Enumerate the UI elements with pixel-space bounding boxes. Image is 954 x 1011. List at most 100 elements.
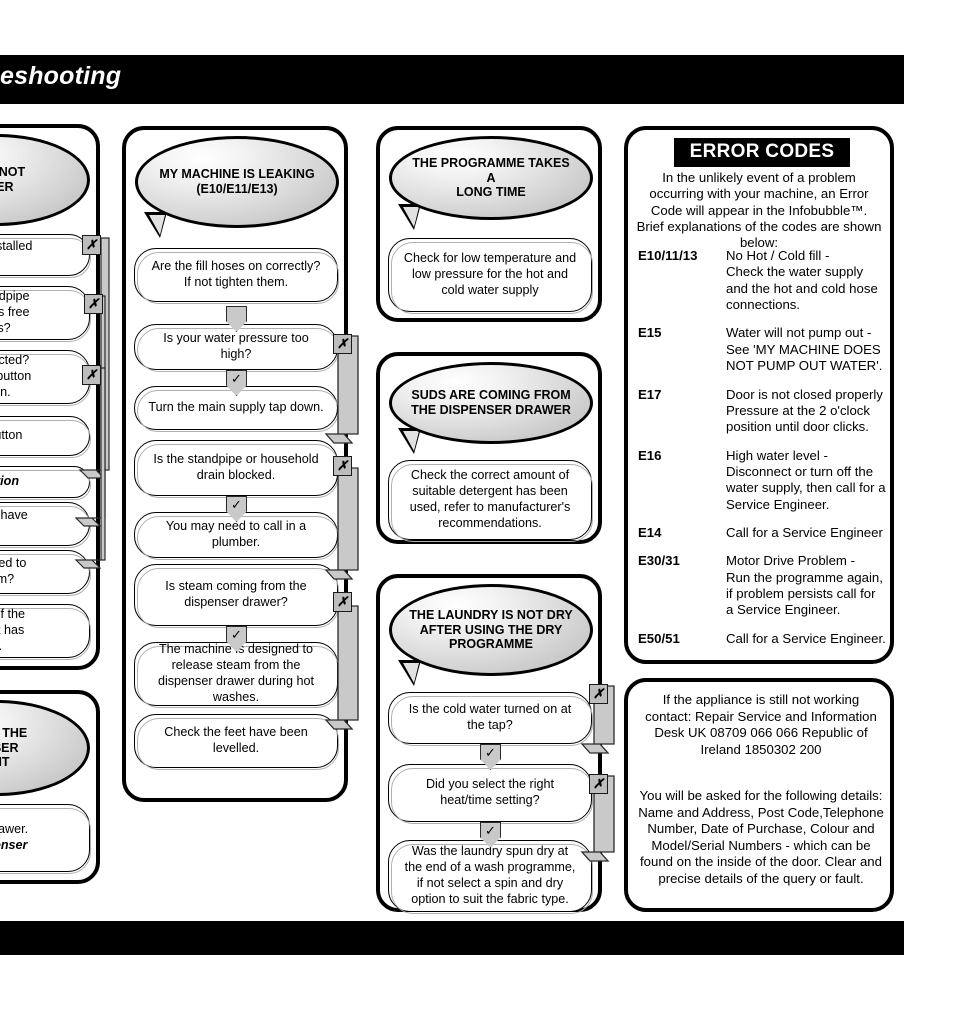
cross-marker: ✗	[333, 334, 352, 354]
cross-glyph: ✗	[593, 776, 604, 791]
error-code-row: E16 High water level - Disconnect or tur…	[638, 448, 886, 513]
step-text: Is steam coming from the dispenser drawe…	[165, 579, 307, 609]
step-box-heat-time-setting: Did you select the right heat/time setti…	[388, 764, 593, 824]
bubble-does-not-fill-water: OES NOTATER	[0, 134, 90, 226]
error-code: E30/31	[638, 553, 680, 569]
cross-marker: ✗	[82, 235, 101, 255]
error-code-row: E10/11/13 No Hot / Cold fill - Check the…	[638, 248, 886, 313]
step-text: ld' button	[0, 428, 23, 443]
bottom-black-banner	[0, 921, 904, 955]
bubble-programme-takes-long-time: THE PROGRAMME TAKES A LONG TIME	[389, 136, 593, 220]
step-box-feet-levelled: Check the feet have been levelled.	[134, 714, 339, 770]
error-codes-heading: ERROR CODES	[674, 138, 850, 167]
error-code-row: E50/51 Call for a Service Engineer.	[638, 631, 886, 647]
step-box: ser drawer. Dispenser	[0, 804, 91, 874]
bubble-tail	[398, 204, 421, 230]
step-box-detergent-amount: Check the correct amount of suitable det…	[388, 460, 593, 542]
step-text: Is the standpipe or household drain bloc…	[153, 452, 319, 482]
step-text: een installed ?	[0, 239, 33, 269]
step-box-check-temp-pressure: Check for low temperature and low pressu…	[388, 238, 593, 314]
step-text: Is your water pressure too high?	[163, 331, 309, 361]
step-text: nnected to stem?	[0, 556, 27, 586]
error-code-row: E15 Water will not pump out - See 'MY MA…	[638, 325, 886, 374]
bubble-tail	[144, 212, 167, 238]
error-code-description: Call for a Service Engineer.	[726, 630, 886, 646]
contact-repair-service-text: If the appliance is still not working co…	[645, 692, 877, 757]
cross-glyph: ✗	[337, 336, 348, 351]
error-code-row: E30/31 Motor Drive Problem - Run the pro…	[638, 553, 886, 618]
tick-glyph: ✓	[485, 823, 496, 838]
bubble-text: THE PROGRAMME TAKES A LONG TIME	[412, 155, 570, 200]
step-text: Did you select the right heat/time setti…	[425, 777, 555, 807]
error-code-description: Water will not pump out - See 'MY MACHIN…	[726, 325, 883, 374]
bubble-text: MY MACHINE IS LEAKING (E10/E11/E13)	[159, 167, 315, 196]
step-text: end of the e unit has ff.	[0, 607, 26, 653]
step-text: The machine is designed to release steam…	[157, 642, 315, 704]
connector-ribbons-col2	[324, 335, 359, 730]
tick-glyph: ✓	[231, 371, 242, 386]
cross-marker: ✗	[82, 365, 101, 385]
bubble-suds-from-dispenser-drawer: SUDS ARE COMING FROM THE DISPENSER DRAWER	[389, 362, 593, 444]
step-box-standpipe-blocked: Is the standpipe or household drain bloc…	[134, 440, 339, 498]
error-code-description: Door is not closed properly Pressure at …	[726, 386, 883, 435]
error-code-description: High water level - Disconnect or turn of…	[726, 447, 886, 512]
cross-marker: ✗	[589, 774, 608, 794]
step-text: Check the correct amount of suitable det…	[409, 468, 571, 530]
error-code: E14	[638, 525, 662, 541]
panel-suds-in-dispenser-compartment: TS IN THEENSERENT ser drawer. Dispenser	[0, 690, 100, 884]
cross-marker: ✗	[589, 684, 608, 704]
error-code-description: No Hot / Cold fill - Check the water sup…	[726, 248, 878, 313]
cross-marker: ✗	[84, 294, 103, 314]
step-text: Is the cold water turned on at the tap?	[408, 702, 572, 732]
step-box-laundry-spun-dry: Was the laundry spun dry at the end of a…	[388, 840, 593, 914]
panel-machine-is-leaking: MY MACHINE IS LEAKING (E10/E11/E13) Are t…	[122, 126, 348, 802]
step-text: Turn the main supply tap down.	[148, 400, 324, 415]
step-text: n selected? til the button gain.	[0, 353, 32, 399]
bubble-laundry-not-dry: THE LAUNDRY IS NOT DRY AFTER USING THE DR…	[389, 584, 593, 676]
tick-glyph: ✓	[231, 627, 242, 642]
step-box-steam-dispenser: Is steam coming from the dispenser drawe…	[134, 564, 339, 628]
error-code: E50/51	[638, 630, 680, 646]
cross-marker: ✗	[333, 456, 352, 476]
bubble-tail	[398, 428, 421, 454]
step-box-fill-hoses: Are the fill hoses on correctly? If not …	[134, 248, 339, 304]
tick-glyph: ✓	[231, 497, 242, 512]
panel-suds-from-dispenser-drawer: SUDS ARE COMING FROM THE DISPENSER DRAWER…	[376, 352, 602, 544]
error-codes-table: E10/11/13 No Hot / Cold fill - Check the…	[638, 248, 886, 659]
bubble-text: TS IN THEENSERENT	[0, 725, 28, 770]
bubble-text: SUDS ARE COMING FROM THE DISPENSER DRAWER	[411, 388, 571, 417]
step-text: Check for low temperature and low pressu…	[403, 251, 577, 297]
cross-glyph: ✗	[337, 458, 348, 473]
step-text: allation	[0, 474, 20, 489]
error-code-description: Call for a Service Engineer	[726, 525, 883, 541]
cross-marker: ✗	[333, 592, 352, 612]
panel-error-codes: ERROR CODES In the unlikely event of a p…	[624, 126, 894, 664]
step-text: Check the feet have been levelled.	[164, 725, 308, 755]
step-text: Are the fill hoses on correctly? If not …	[151, 259, 321, 289]
bubble-suds-in-dispenser: TS IN THEENSERENT	[0, 700, 90, 796]
step-text: s that have d	[0, 508, 28, 538]
panel-laundry-not-dry: THE LAUNDRY IS NOT DRY AFTER USING THE DR…	[376, 574, 602, 914]
error-code-description: Motor Drive Problem - Run the programme …	[726, 553, 883, 618]
cross-glyph: ✗	[593, 686, 604, 701]
error-code: E15	[638, 325, 662, 341]
contact-required-details-text: You will be asked for the following deta…	[638, 788, 884, 886]
connector-ribbons-col3	[580, 685, 615, 862]
bubble-text: OES NOTATER	[0, 165, 26, 194]
top-black-banner	[0, 55, 904, 104]
panel-programme-takes-long-time: THE PROGRAMME TAKES A LONG TIME Check for…	[376, 126, 602, 322]
connector-ribbons-col1	[74, 237, 110, 569]
step-text: You may need to call in a plumber.	[165, 519, 307, 549]
error-code: E16	[638, 447, 662, 463]
step-box: end of the e unit has ff.	[0, 604, 91, 660]
tick-glyph: ✓	[485, 745, 496, 760]
step-text: t, standpipe ections free ges?	[0, 289, 30, 335]
error-codes-intro: In the unlikely event of a problem occur…	[636, 170, 882, 251]
error-code: E17	[638, 386, 662, 402]
error-code-row: E14 Call for a Service Engineer	[638, 525, 886, 541]
step-box-cold-water-tap: Is the cold water turned on at the tap?	[388, 692, 593, 746]
step-text-line1: ser drawer.	[0, 822, 29, 837]
error-code: E10/11/13	[638, 248, 698, 263]
step-text: Was the laundry spun dry at the end of a…	[404, 844, 576, 906]
step-text-line2: Dispenser	[0, 838, 28, 852]
